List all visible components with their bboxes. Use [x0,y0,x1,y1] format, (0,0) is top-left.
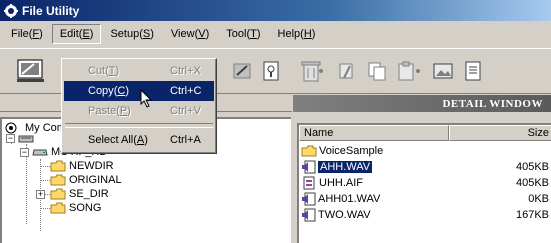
separator-2 [412,55,424,87]
monitor-icon [17,59,44,82]
folder-label: SONG [69,202,102,214]
menu-edit[interactable]: Edit(E) [51,24,102,44]
tree-folder-original[interactable]: ORIGINAL [50,173,122,187]
folder-icon [50,174,66,186]
file-size: 405KB [515,176,549,189]
info-button[interactable] [254,55,288,87]
wav-file-icon [302,208,316,221]
separator [315,55,327,87]
window-title: File Utility [22,3,80,18]
file-row[interactable]: VoiceSample [299,143,551,158]
folder-label: SE_DIR [69,188,109,200]
cut-button[interactable] [330,55,364,87]
menu-view[interactable]: View(V) [163,24,217,44]
folder-icon [301,145,317,156]
cut-icon [339,63,353,79]
shortcut-label: Ctrl+V [170,105,201,117]
image-icon [433,63,453,79]
file-name: VoiceSample [319,144,384,157]
menu-setup[interactable]: Setup(S) [102,24,161,44]
tree-device[interactable] [18,132,37,146]
image-button[interactable] [426,55,460,87]
tree-folder-song[interactable]: SONG [50,201,101,215]
document-icon [465,61,481,81]
mouse-pointer-icon [140,89,153,108]
tree-folder-se-dir[interactable]: SE_DIR [50,187,109,201]
pencil-icon [233,63,251,79]
wav-file-icon [302,160,316,173]
aif-file-icon [303,176,315,189]
menu-item-paste[interactable]: Paste(P) Ctrl+V [64,101,214,121]
folder-icon [50,160,66,172]
column-header-size[interactable]: Size [449,125,551,141]
connect-button[interactable] [14,55,48,87]
column-header-name[interactable]: Name [299,125,449,141]
file-size: 0KB [528,192,549,205]
edit-menu-dropdown: Cut(T) Ctrl+X Copy(C) Ctrl+C Paste(P) Ct… [61,58,217,154]
shortcut-label: Ctrl+C [170,85,202,97]
detail-window-header: DETAIL WINDOW [293,95,551,112]
file-row-selected[interactable]: AHH.WAV 405KB [299,159,551,174]
menu-tool[interactable]: Tool(T) [218,24,268,44]
file-name: AHH.WAV [316,159,374,174]
drive-collapse-toggle[interactable]: − [20,148,29,157]
folder-icon [50,202,66,214]
title-bar: File Utility [0,0,551,21]
folder-icon [50,188,66,200]
menu-item-copy[interactable]: Copy(C) Ctrl+C [64,81,214,101]
file-row[interactable]: AHH01.WAV 0KB [299,191,551,206]
file-size: 167KB [515,208,549,221]
tree-folder-newdir[interactable]: NEWDIR [50,159,114,173]
menu-file[interactable]: File(F) [3,24,51,44]
menu-help[interactable]: Help(H) [270,24,324,44]
document-button[interactable] [456,55,490,87]
list-header: Name Size [299,125,551,141]
detail-window-title: DETAIL WINDOW [442,97,543,110]
copy-icon [368,62,386,81]
file-row[interactable]: UHH.AIF 405KB [299,175,551,190]
folder-label: ORIGINAL [69,174,122,186]
se-dir-expand-toggle[interactable]: + [36,190,45,199]
tree-collapse-toggle[interactable]: − [6,134,15,143]
file-name: AHH01.WAV [318,192,381,205]
file-name: UHH.AIF [319,176,363,189]
wav-file-icon [302,192,316,205]
file-row[interactable]: TWO.WAV 167KB [299,207,551,222]
shortcut-label: Ctrl+A [170,134,201,146]
menu-bar: File(F) Edit(E) Setup(S) View(V) Tool(T)… [0,21,551,47]
copy-button[interactable] [360,55,394,87]
menu-separator [65,123,213,128]
app-gear-icon [4,3,18,18]
file-list[interactable]: Name Size VoiceSample AHH.WAV 405KB UHH.… [297,123,551,243]
hard-drive-icon [32,149,48,156]
menu-item-select-all[interactable]: Select All(A) Ctrl+A [64,130,214,150]
shortcut-label: Ctrl+X [170,65,201,77]
file-name: TWO.WAV [318,208,371,221]
file-size: 405KB [515,160,549,173]
info-icon [263,61,279,81]
device-icon [18,135,34,143]
menu-item-cut[interactable]: Cut(T) Ctrl+X [64,61,214,81]
folder-label: NEWDIR [69,160,114,172]
